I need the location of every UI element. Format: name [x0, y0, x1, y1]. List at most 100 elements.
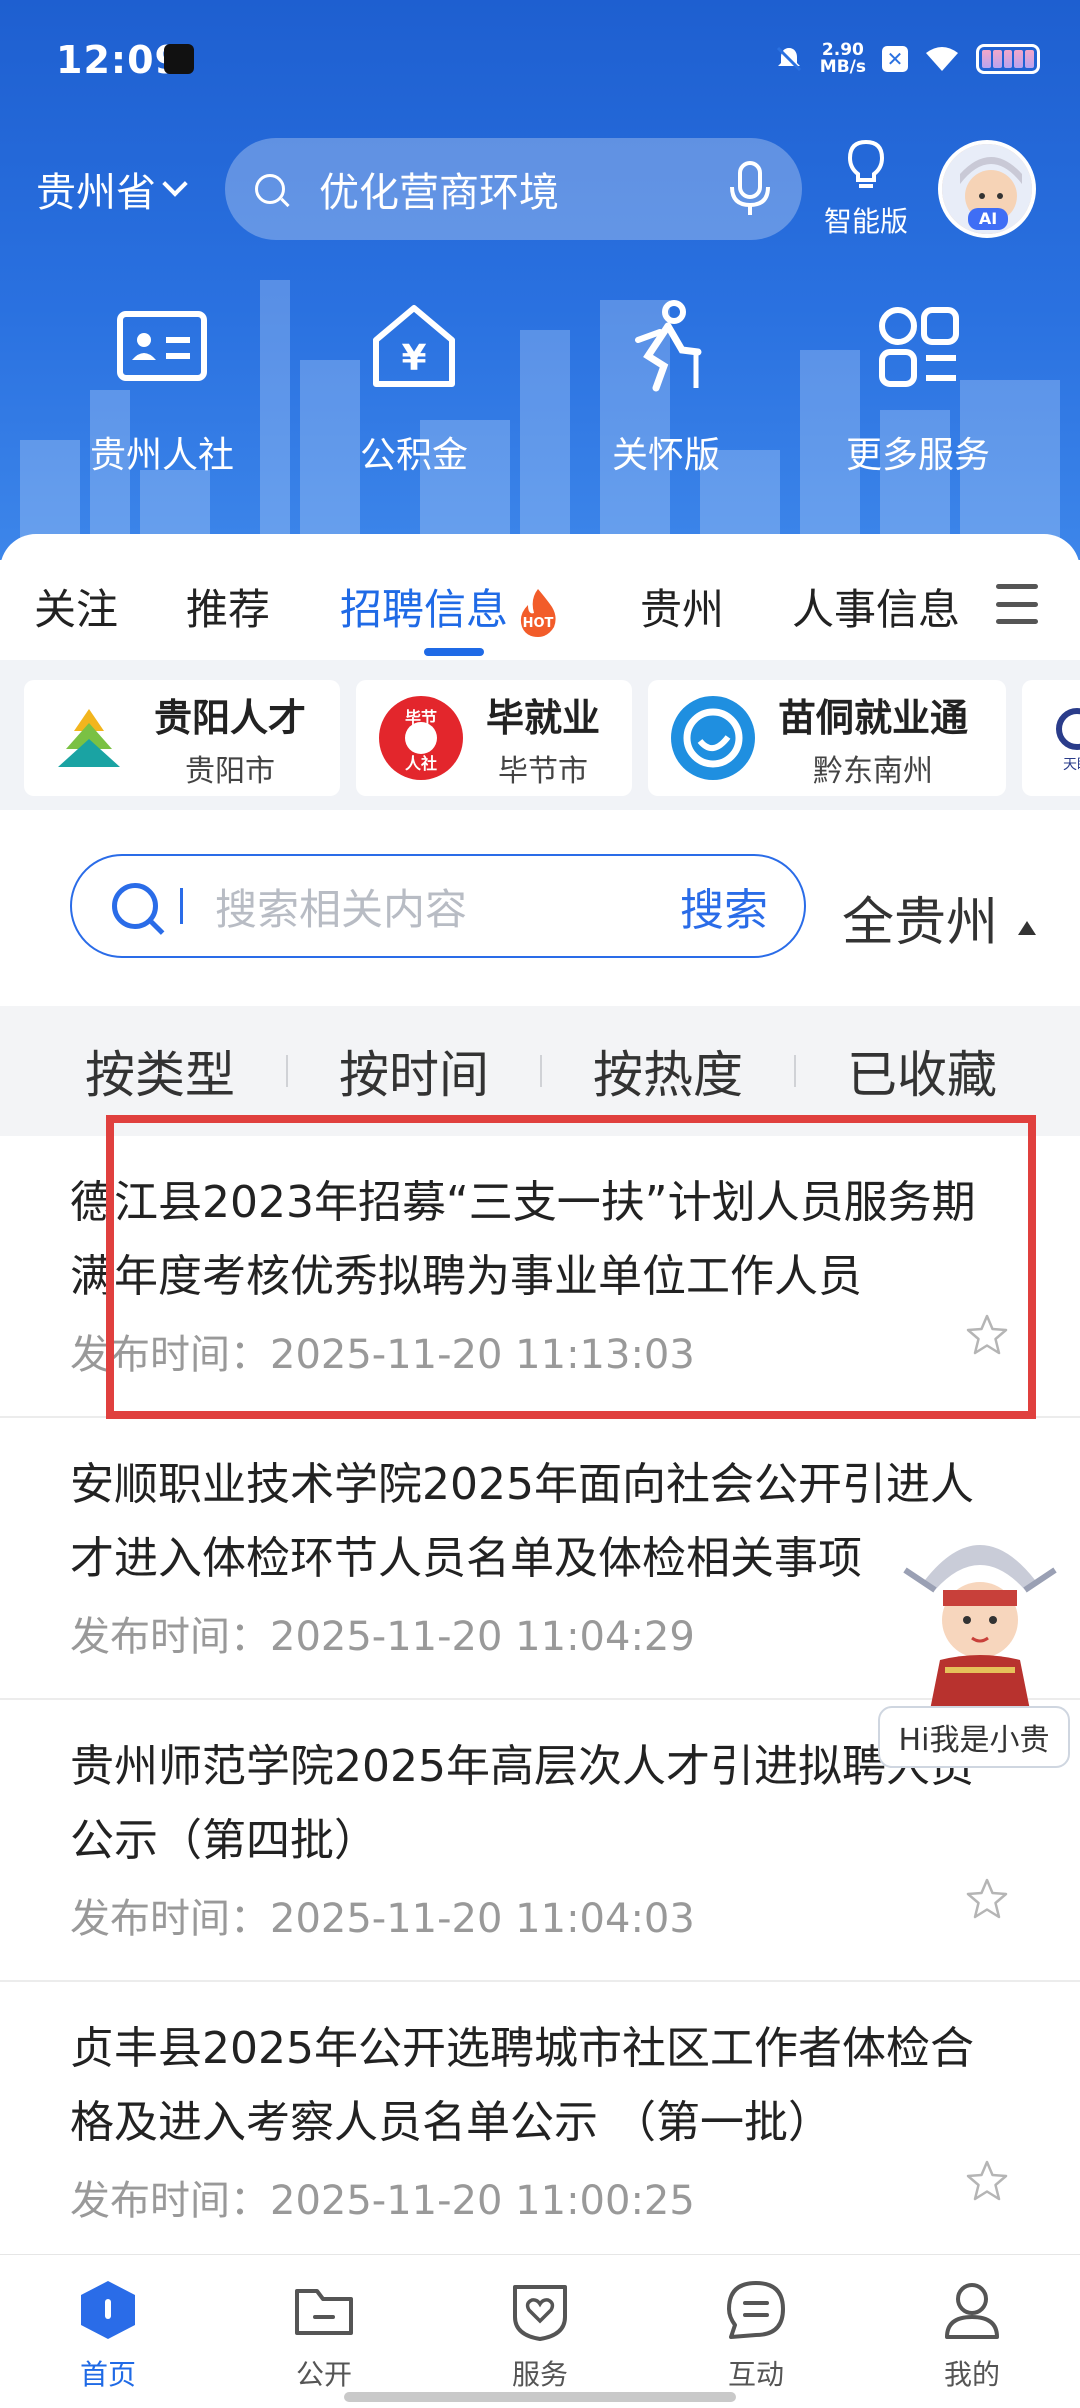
partner-city: 黔东南州: [813, 753, 933, 789]
header: 12:09 2.90 MB/s ✕ 贵州省 优化营商环境 智能版 AI 贵州人社…: [0, 0, 1080, 560]
region-label: 贵州省: [36, 170, 156, 216]
user-profile-icon: [945, 2283, 999, 2339]
partner-bijie-employment[interactable]: 毕节 人社 毕就业 毕节市: [356, 680, 632, 796]
chat-bubble-icon: [727, 2281, 785, 2339]
hot-flame-icon: HOT: [520, 588, 556, 637]
tab-follow[interactable]: 关注: [34, 576, 118, 637]
assistant-greeting-bubble[interactable]: Hi我是小贵: [878, 1706, 1070, 1768]
partner-name: 苗侗就业通: [778, 695, 969, 740]
article-date: 发布时间：2025-11-20 11:04:29: [70, 1614, 695, 1660]
bottom-navigation: 首页 公开 服务 互动 我的: [0, 2254, 1080, 2408]
svg-text:毕节: 毕节: [405, 708, 437, 727]
wifi-icon: [926, 47, 958, 71]
home-hexagon-icon: [81, 2281, 135, 2339]
mute-bell-icon: [776, 46, 801, 72]
article-date: 发布时间：2025-11-20 11:04:03: [70, 1896, 695, 1942]
dropdown-triangle-icon: [1018, 920, 1037, 935]
header-search-bar[interactable]: 优化营商环境: [225, 138, 802, 240]
quick-action-label: 公积金: [359, 435, 468, 476]
nav-interaction[interactable]: 互动: [648, 2255, 864, 2408]
article-title: 安顺职业技术学院2025年面向社会公开引进人才进入体检环节人员名单及体检相关事项: [70, 1459, 974, 1584]
tab-recruitment[interactable]: 招聘信息 HOT: [340, 576, 564, 639]
quick-actions: 贵州人社 ¥ 公积金 关怀版 更多服务: [0, 296, 1080, 478]
partner-city: 贵阳市: [185, 753, 275, 789]
battery-icon: [976, 44, 1040, 74]
partner-tianyan[interactable]: 天眼: [1022, 680, 1080, 796]
svg-text:人社: 人社: [405, 754, 437, 773]
svg-text:天眼: 天眼: [1063, 757, 1080, 773]
menu-icon[interactable]: [996, 584, 1038, 624]
heart-shield-icon: [513, 2285, 567, 2341]
search-placeholder: 搜索相关内容: [215, 884, 468, 934]
filter-by-type[interactable]: 按类型: [34, 1035, 286, 1107]
tab-guizhou[interactable]: 贵州: [640, 576, 724, 637]
content-search-input[interactable]: 搜索相关内容 搜索: [70, 854, 806, 958]
filter-by-popularity[interactable]: 按热度: [542, 1035, 794, 1107]
content-search-row: 搜索相关内容 搜索 全贵州: [0, 810, 1080, 1006]
highlight-annotation-box: [106, 1115, 1036, 1419]
article-title: 贞丰县2025年公开选聘城市社区工作者体检合格及进入考察人员名单公示 （第一批）: [70, 2023, 974, 2148]
star-favorite-icon[interactable]: [964, 2158, 1010, 2204]
quick-action-more-services[interactable]: 更多服务: [792, 296, 1044, 478]
article-title: 贵州师范学院2025年高层次人才引进拟聘人员公示（第四批）: [70, 1741, 974, 1866]
list-item[interactable]: 贞丰县2025年公开选聘城市社区工作者体检合格及进入考察人员名单公示 （第一批）…: [0, 1982, 1080, 2264]
search-icon: [255, 174, 285, 204]
filter-favorites[interactable]: 已收藏: [796, 1035, 1048, 1107]
tab-recommend[interactable]: 推荐: [186, 576, 270, 637]
tab-recruitment-label: 招聘信息: [340, 585, 509, 634]
nav-label: 服务: [511, 2358, 568, 2391]
nav-profile[interactable]: 我的: [864, 2255, 1080, 2408]
quick-action-care-version[interactable]: 关怀版: [540, 296, 792, 478]
nav-label: 我的: [943, 2358, 1000, 2391]
area-filter-label: 全贵州: [842, 893, 999, 953]
guiyang-talent-logo-icon: [58, 709, 120, 767]
category-tabs: 关注 推荐 招聘信息 HOT 贵州 人事信息: [0, 534, 1080, 656]
region-selector[interactable]: 贵州省: [36, 160, 188, 218]
star-favorite-icon[interactable]: [964, 1876, 1010, 1922]
microphone-icon[interactable]: [728, 161, 772, 217]
ai-badge: AI: [968, 208, 1008, 230]
article-date: 发布时间：2025-11-20 11:00:25: [70, 2178, 695, 2224]
filter-by-time[interactable]: 按时间: [288, 1035, 540, 1107]
quick-action-housing-fund[interactable]: ¥ 公积金: [288, 296, 540, 478]
partner-carousel: 贵阳人才 贵阳市 毕节 人社 毕就业 毕节市 苗侗就业通 黔东南州 天: [0, 660, 1080, 810]
header-search-text: 优化营商环境: [319, 170, 559, 216]
nav-home[interactable]: 首页: [0, 2255, 216, 2408]
x-app-icon: ✕: [882, 46, 908, 72]
notification-app-icon: [164, 44, 194, 74]
id-card-icon: [117, 311, 207, 381]
svg-text:HOT: HOT: [523, 616, 554, 631]
nav-services[interactable]: 服务: [432, 2255, 648, 2408]
house-yuan-icon: ¥: [373, 305, 455, 387]
quick-action-label: 贵州人社: [89, 435, 234, 476]
quick-action-guizhou-hrss[interactable]: 贵州人社: [36, 296, 288, 478]
status-bar: 12:09 2.90 MB/s ✕: [0, 0, 1080, 120]
chevron-down-icon: [162, 171, 188, 197]
partner-city: 毕节市: [498, 753, 588, 789]
text-cursor: [180, 888, 183, 924]
ai-avatar-button[interactable]: AI: [938, 140, 1036, 238]
partner-guiyang-talent[interactable]: 贵阳人才 贵阳市: [24, 680, 340, 796]
active-tab-indicator: [424, 648, 484, 656]
smart-version-button[interactable]: 智能版: [820, 138, 912, 240]
nav-label: 互动: [727, 2358, 784, 2391]
home-gesture-indicator[interactable]: [344, 2392, 736, 2402]
svg-text:¥: ¥: [401, 338, 426, 379]
area-filter-dropdown[interactable]: 全贵州: [842, 880, 1037, 955]
tianyan-logo-icon: 天眼: [1056, 708, 1080, 773]
quick-action-label: 更多服务: [845, 435, 990, 476]
folder-icon: [295, 2289, 353, 2335]
nav-public[interactable]: 公开: [216, 2255, 432, 2408]
grid-apps-icon: [879, 307, 959, 387]
quick-action-label: 关怀版: [611, 435, 720, 476]
partner-name: 贵阳人才: [154, 695, 307, 740]
smart-version-label: 智能版: [823, 205, 908, 238]
partner-miaodong-employment[interactable]: 苗侗就业通 黔东南州: [648, 680, 1006, 796]
partner-name: 毕就业: [486, 695, 601, 740]
nav-label: 公开: [295, 2358, 352, 2391]
nav-label: 首页: [79, 2358, 136, 2391]
search-button[interactable]: 搜索: [680, 874, 768, 938]
network-speed: 2.90 MB/s: [819, 40, 866, 77]
tab-personnel-info[interactable]: 人事信息: [792, 576, 960, 637]
miaodong-logo-icon: [671, 696, 755, 780]
